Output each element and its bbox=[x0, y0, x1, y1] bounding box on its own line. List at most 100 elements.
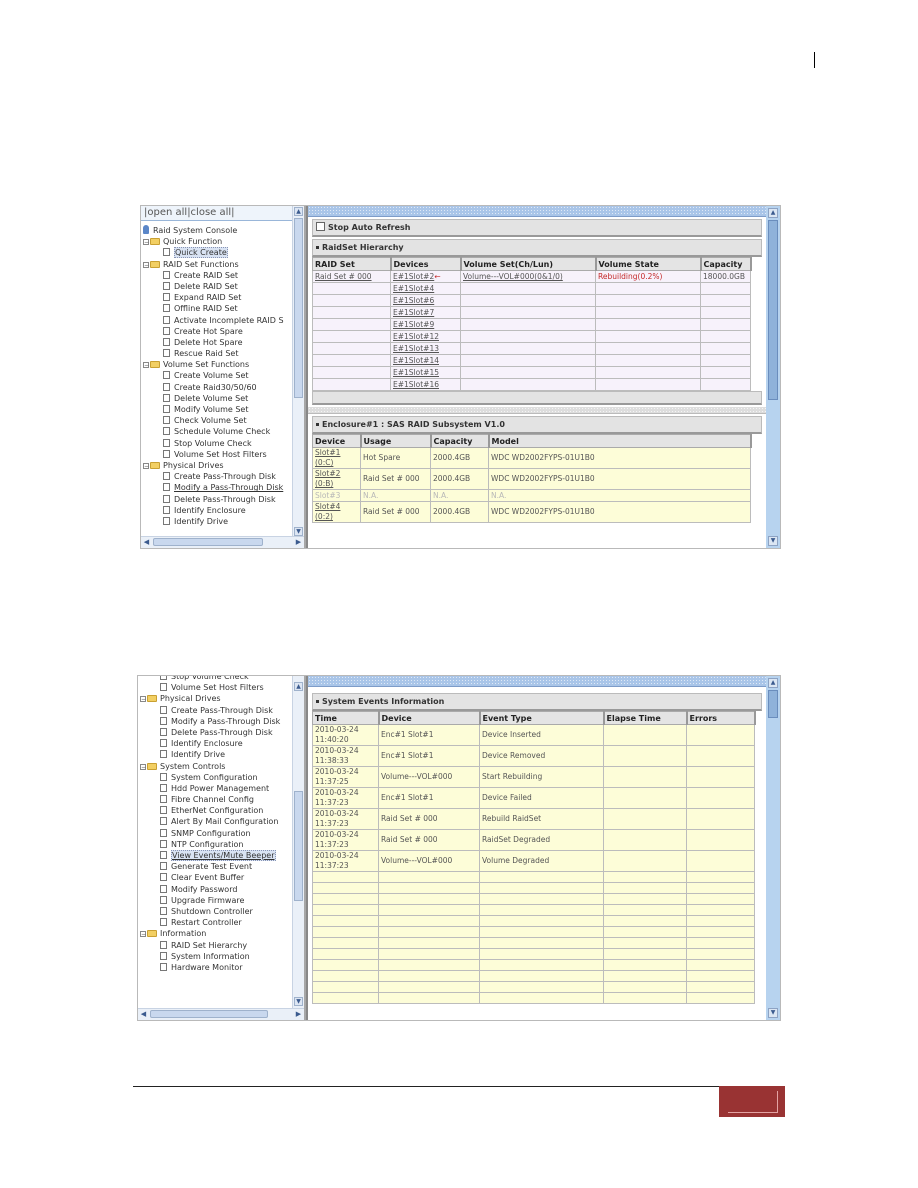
collapse-icon[interactable]: − bbox=[143, 261, 149, 268]
main-vertical-scrollbar[interactable]: ▲ ▼ bbox=[766, 206, 780, 548]
tree-item[interactable]: Stop Volume Check bbox=[141, 438, 292, 449]
tree-item[interactable]: Expand RAID Set bbox=[141, 292, 292, 303]
device-cell[interactable]: Slot#4 (0:2) bbox=[312, 501, 361, 523]
collapse-icon[interactable]: − bbox=[140, 931, 146, 938]
tree-item[interactable]: NTP Configuration bbox=[138, 839, 292, 850]
tree-item[interactable]: Create Hot Spare bbox=[141, 326, 292, 337]
tree-item[interactable]: Hardware Monitor bbox=[138, 962, 292, 973]
open-close-all-links[interactable]: |open all|close all| bbox=[141, 206, 292, 221]
tree-item[interactable]: Delete Pass-Through Disk bbox=[138, 727, 292, 738]
tree-item[interactable]: − Physical Drives bbox=[138, 693, 292, 704]
scroll-down-icon[interactable]: ▼ bbox=[768, 1008, 778, 1018]
device-cell[interactable]: Slot#2 (0:B) bbox=[312, 468, 361, 490]
slot-link[interactable]: Slot#1 bbox=[315, 449, 340, 458]
collapse-icon[interactable]: − bbox=[140, 763, 146, 770]
tree-horizontal-scrollbar[interactable]: ◀ ▶ bbox=[138, 1008, 304, 1020]
tree-item[interactable]: Restart Controller bbox=[138, 917, 292, 928]
tree-item[interactable]: EtherNet Configuration bbox=[138, 805, 292, 816]
device-cell[interactable]: E#1Slot#2← bbox=[390, 270, 461, 283]
tree-item[interactable]: Create Pass-Through Disk bbox=[138, 705, 292, 716]
tree-item[interactable]: Volume Set Host Filters bbox=[138, 682, 292, 693]
slot-channel[interactable]: (0:B) bbox=[315, 479, 333, 488]
device-link[interactable]: E#1Slot#13 bbox=[393, 344, 439, 353]
tree-item[interactable]: Delete Volume Set bbox=[141, 393, 292, 404]
device-cell[interactable]: E#1Slot#9 bbox=[390, 318, 461, 331]
tree-item[interactable]: Clear Event Buffer bbox=[138, 872, 292, 883]
main-vertical-scrollbar[interactable]: ▲ ▼ bbox=[766, 676, 780, 1020]
scroll-up-icon[interactable]: ▲ bbox=[294, 682, 303, 691]
tree-item[interactable]: − Volume Set Functions bbox=[141, 359, 292, 370]
tree-item[interactable]: − RAID Set Functions bbox=[141, 259, 292, 270]
volume-set-cell[interactable]: Volume---VOL#000(0&1/0) bbox=[460, 270, 596, 283]
tree-item[interactable]: Identify Enclosure bbox=[138, 738, 292, 749]
scroll-up-icon[interactable]: ▲ bbox=[294, 207, 303, 216]
tree-item[interactable]: Raid System Console bbox=[141, 225, 292, 236]
tree-item[interactable]: Identify Drive bbox=[141, 516, 292, 527]
collapse-icon[interactable]: − bbox=[143, 239, 149, 246]
raid-set-link[interactable]: Raid Set # 000 bbox=[315, 272, 372, 281]
tree-item[interactable]: Delete Pass-Through Disk bbox=[141, 494, 292, 505]
device-cell[interactable]: E#1Slot#13 bbox=[390, 342, 461, 355]
tree-item[interactable]: Activate Incomplete RAID S bbox=[141, 315, 292, 326]
tree-item[interactable]: Delete RAID Set bbox=[141, 281, 292, 292]
tree-item[interactable]: View Events/Mute Beeper bbox=[138, 850, 292, 861]
slot-link[interactable]: Slot#4 bbox=[315, 503, 340, 512]
device-cell[interactable]: E#1Slot#4 bbox=[390, 282, 461, 295]
scroll-thumb-horizontal[interactable] bbox=[153, 538, 263, 546]
tree-item[interactable]: Delete Hot Spare bbox=[141, 337, 292, 348]
stop-auto-refresh-checkbox[interactable] bbox=[316, 222, 325, 231]
device-cell[interactable]: Slot#1 (0:C) bbox=[312, 447, 361, 469]
scroll-thumb[interactable] bbox=[768, 690, 778, 718]
device-link[interactable]: E#1Slot#9 bbox=[393, 320, 434, 329]
collapse-icon[interactable]: − bbox=[140, 696, 146, 703]
tree-item[interactable]: Check Volume Set bbox=[141, 415, 292, 426]
tree-item[interactable]: Alert By Mail Configuration bbox=[138, 816, 292, 827]
tree-vertical-scrollbar[interactable]: ▲ ▼ bbox=[292, 676, 304, 1009]
volume-set-link[interactable]: Volume---VOL#000(0&1/0) bbox=[463, 272, 563, 281]
device-link[interactable]: E#1Slot#6 bbox=[393, 296, 434, 305]
scroll-down-icon[interactable]: ▼ bbox=[294, 527, 303, 536]
tree-item[interactable]: SNMP Configuration bbox=[138, 828, 292, 839]
tree-horizontal-scrollbar[interactable]: ◀ ▶ bbox=[141, 536, 304, 548]
scroll-up-icon[interactable]: ▲ bbox=[768, 208, 778, 218]
device-link[interactable]: E#1Slot#4 bbox=[393, 284, 434, 293]
device-cell[interactable]: E#1Slot#6 bbox=[390, 294, 461, 307]
device-cell[interactable]: E#1Slot#14 bbox=[390, 354, 461, 367]
tree-item[interactable]: Create Volume Set bbox=[141, 370, 292, 381]
scroll-thumb[interactable] bbox=[768, 220, 778, 400]
tree-item[interactable]: Offline RAID Set bbox=[141, 303, 292, 314]
tree-item[interactable]: Modify a Pass-Through Disk bbox=[141, 482, 292, 493]
tree-item[interactable]: Generate Test Event bbox=[138, 861, 292, 872]
slot-channel[interactable]: (0:2) bbox=[315, 512, 333, 521]
scroll-up-icon[interactable]: ▲ bbox=[768, 678, 778, 688]
scroll-left-icon[interactable]: ◀ bbox=[139, 1010, 148, 1019]
slot-link[interactable]: Slot#2 bbox=[315, 470, 340, 479]
tree-item[interactable]: Hdd Power Management bbox=[138, 783, 292, 794]
device-link[interactable]: E#1Slot#2 bbox=[393, 272, 434, 281]
tree-item[interactable]: − System Controls bbox=[138, 761, 292, 772]
tree-item[interactable]: Volume Set Host Filters bbox=[141, 449, 292, 460]
device-link[interactable]: E#1Slot#15 bbox=[393, 368, 439, 377]
scroll-down-icon[interactable]: ▼ bbox=[294, 997, 303, 1006]
tree-item[interactable]: Modify Password bbox=[138, 884, 292, 895]
tree-item[interactable]: Quick Create bbox=[141, 247, 292, 259]
stop-auto-refresh-bar[interactable]: Stop Auto Refresh bbox=[312, 219, 762, 237]
tree-item[interactable]: − Information bbox=[138, 928, 292, 939]
tree-item[interactable]: Upgrade Firmware bbox=[138, 895, 292, 906]
scroll-down-icon[interactable]: ▼ bbox=[768, 536, 778, 546]
scroll-thumb-horizontal[interactable] bbox=[150, 1010, 268, 1018]
raid-set-cell[interactable]: Raid Set # 000 bbox=[312, 270, 391, 283]
device-link[interactable]: E#1Slot#7 bbox=[393, 308, 434, 317]
collapse-icon[interactable]: − bbox=[143, 362, 149, 369]
scroll-left-icon[interactable]: ◀ bbox=[142, 538, 151, 547]
device-link[interactable]: E#1Slot#14 bbox=[393, 356, 439, 365]
tree-item[interactable]: System Configuration bbox=[138, 772, 292, 783]
tree-vertical-scrollbar[interactable]: ▲ ▼ bbox=[292, 206, 304, 537]
tree-item[interactable]: RAID Set Hierarchy bbox=[138, 940, 292, 951]
scroll-thumb[interactable] bbox=[294, 218, 303, 398]
tree-item[interactable]: Create RAID Set bbox=[141, 270, 292, 281]
device-cell[interactable]: E#1Slot#7 bbox=[390, 306, 461, 319]
device-cell[interactable]: E#1Slot#12 bbox=[390, 330, 461, 343]
slot-channel[interactable]: (0:C) bbox=[315, 458, 333, 467]
device-cell[interactable]: E#1Slot#16 bbox=[390, 378, 461, 391]
